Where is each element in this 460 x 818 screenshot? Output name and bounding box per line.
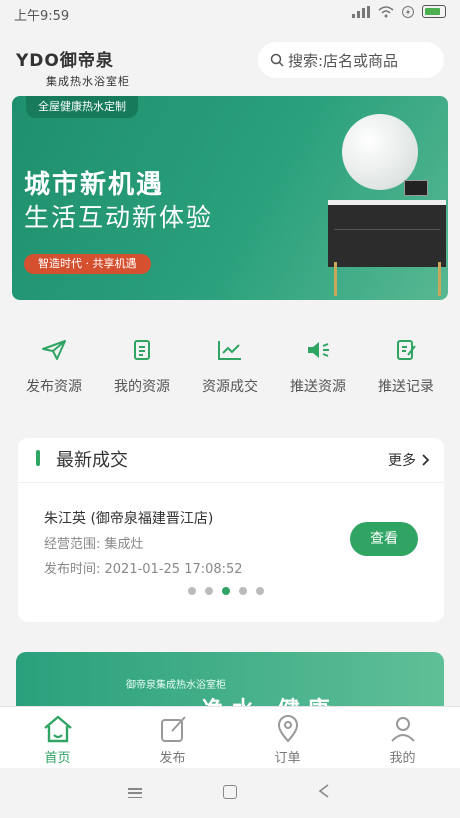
tab-label: 首页 (44, 751, 71, 766)
send-icon (42, 340, 66, 360)
deal-publish-time: 发布时间: 2021-01-25 17:08:52 (44, 562, 243, 577)
section-title: 最新成交 (56, 450, 128, 471)
cabinet-leg (334, 262, 337, 296)
quick-action-deals[interactable]: 资源成交 (188, 330, 272, 410)
chart-icon (218, 341, 241, 360)
search-placeholder: 搜索:店名或商品 (288, 51, 399, 70)
home-square-icon[interactable] (223, 785, 237, 799)
status-icons (352, 5, 446, 18)
display-panel-image (404, 180, 428, 196)
tab-home[interactable]: 首页 (18, 707, 98, 769)
carousel-dot[interactable] (188, 587, 196, 595)
quick-action-push[interactable]: 推送资源 (276, 330, 360, 410)
carousel-dot[interactable] (239, 587, 247, 595)
banner-headline: 城市新机遇 (24, 170, 165, 200)
speaker-icon (308, 342, 329, 358)
mirror-image (342, 114, 418, 190)
quick-action-label: 我的资源 (114, 379, 170, 395)
tab-label: 发布 (159, 751, 186, 766)
logo-brand-text: YDO御帝泉 (16, 51, 114, 71)
quick-action-label: 资源成交 (202, 379, 258, 395)
system-nav-bar (0, 768, 460, 818)
banner-subheadline: 生活互动新体验 (24, 203, 214, 232)
carousel-dot[interactable] (205, 587, 213, 595)
cabinet-image (328, 200, 446, 267)
wifi-icon (378, 5, 394, 17)
app-header: YDO御帝泉 集成热水浴室柜 搜索:店名或商品 (0, 28, 460, 90)
publish-icon (160, 716, 186, 742)
section-accent-bar (36, 450, 40, 466)
tab-label: 订单 (274, 751, 301, 766)
banner-pill: 智造时代 · 共享机遇 (24, 254, 151, 274)
quick-action-label: 发布资源 (26, 379, 82, 395)
search-input[interactable]: 搜索:店名或商品 (258, 42, 444, 78)
more-link[interactable]: 更多 (388, 450, 430, 470)
carousel-dot[interactable] (256, 587, 264, 595)
edit-record-icon (397, 340, 416, 360)
home-icon (43, 715, 72, 743)
status-time: 上午9:59 (14, 9, 70, 24)
promo-banner-text: 御帝泉集成热水浴室柜 (126, 680, 226, 691)
carousel-dots (188, 587, 264, 595)
deal-store-name: 朱江英 (御帝泉福建晋江店) (44, 511, 214, 527)
quick-action-my-resources[interactable]: 我的资源 (100, 330, 184, 410)
tab-label: 我的 (389, 751, 416, 766)
profile-icon (390, 717, 415, 742)
signal-icon (352, 5, 370, 18)
order-location-icon (277, 715, 298, 743)
back-icon[interactable] (318, 784, 330, 798)
quick-action-label: 推送资源 (290, 379, 346, 395)
search-icon (270, 53, 284, 67)
document-icon (134, 340, 150, 360)
latest-deals-card: 最新成交 更多 朱江英 (御帝泉福建晋江店) 经营范围: 集成灶 发布时间: 2… (18, 438, 444, 622)
quick-actions: 发布资源 我的资源 资源成交 推送资源 推送记录 (0, 330, 460, 410)
chevron-right-icon (422, 454, 430, 466)
brand-logo: YDO御帝泉 集成热水浴室柜 (16, 46, 176, 88)
status-bar: 上午9:59 (0, 0, 460, 28)
quick-action-label: 推送记录 (378, 379, 434, 395)
cabinet-leg (438, 262, 441, 296)
tab-publish[interactable]: 发布 (133, 707, 213, 769)
divider (18, 482, 444, 483)
banner-tag: 全屋健康热水定制 (26, 96, 138, 118)
more-label: 更多 (388, 453, 416, 469)
menu-icon[interactable] (128, 788, 142, 798)
quick-action-push-records[interactable]: 推送记录 (364, 330, 448, 410)
quick-action-publish[interactable]: 发布资源 (12, 330, 96, 410)
carousel-dot-active[interactable] (222, 587, 230, 595)
tab-orders[interactable]: 订单 (248, 707, 328, 769)
lightning-icon (402, 5, 414, 18)
promo-carousel-banner[interactable]: 全屋健康热水定制 城市新机遇 生活互动新体验 智造时代 · 共享机遇 (12, 96, 448, 300)
tab-profile[interactable]: 我的 (363, 707, 443, 769)
battery-icon (422, 5, 446, 18)
deal-scope: 经营范围: 集成灶 (44, 537, 144, 552)
view-button[interactable]: 查看 (350, 522, 418, 556)
bottom-tab-bar: 首页 发布 订单 我的 (0, 706, 460, 769)
logo-subtitle: 集成热水浴室柜 (46, 75, 130, 88)
